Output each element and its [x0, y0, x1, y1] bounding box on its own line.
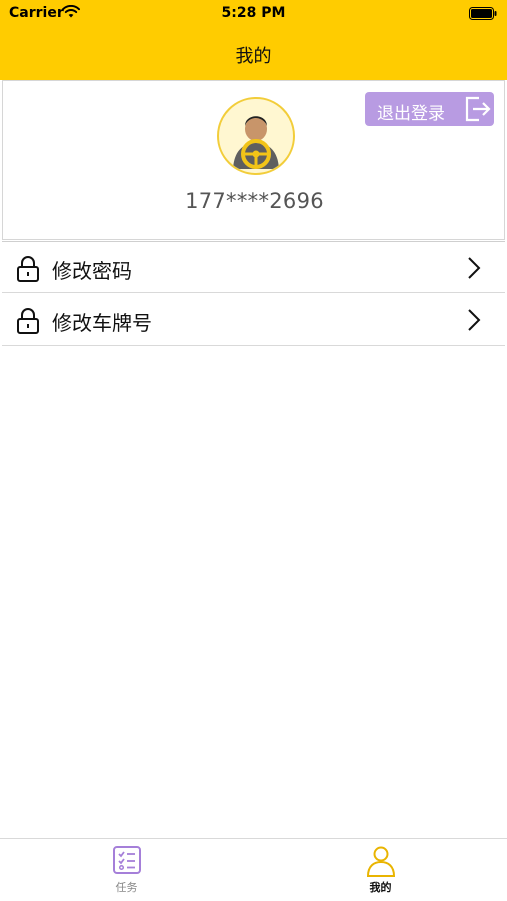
avatar — [217, 97, 295, 175]
menu-item-change-plate[interactable]: 修改车牌号 — [2, 294, 505, 346]
tab-mine[interactable]: 我的 — [254, 839, 507, 901]
tab-bar: 任务 我的 — [0, 838, 507, 901]
status-bar: Carrier 5:28 PM — [0, 0, 507, 28]
menu-item-label: 修改密码 — [52, 259, 132, 283]
tab-tasks-label: 任务 — [115, 881, 138, 894]
phone-number: 177****2696 — [185, 189, 324, 213]
chevron-right-icon — [468, 309, 481, 331]
navigation-bar: 我的 — [0, 28, 507, 80]
logout-label: 退出登录 — [377, 104, 445, 124]
lock-icon — [17, 256, 39, 282]
chevron-right-icon — [468, 257, 481, 279]
menu-item-change-password[interactable]: 修改密码 — [2, 241, 505, 293]
tab-tasks[interactable]: 任务 — [0, 839, 253, 901]
menu-item-label: 修改车牌号 — [52, 311, 152, 335]
logout-button[interactable]: 退出登录 — [365, 92, 494, 126]
page-title: 我的 — [235, 46, 272, 67]
logout-icon — [465, 96, 491, 122]
battery-icon — [469, 7, 497, 20]
tab-mine-label: 我的 — [369, 881, 392, 894]
task-list-icon — [112, 846, 141, 874]
status-time: 5:28 PM — [221, 5, 286, 21]
lock-icon — [17, 308, 39, 334]
person-icon — [366, 846, 395, 877]
driver-avatar-icon — [233, 116, 279, 169]
